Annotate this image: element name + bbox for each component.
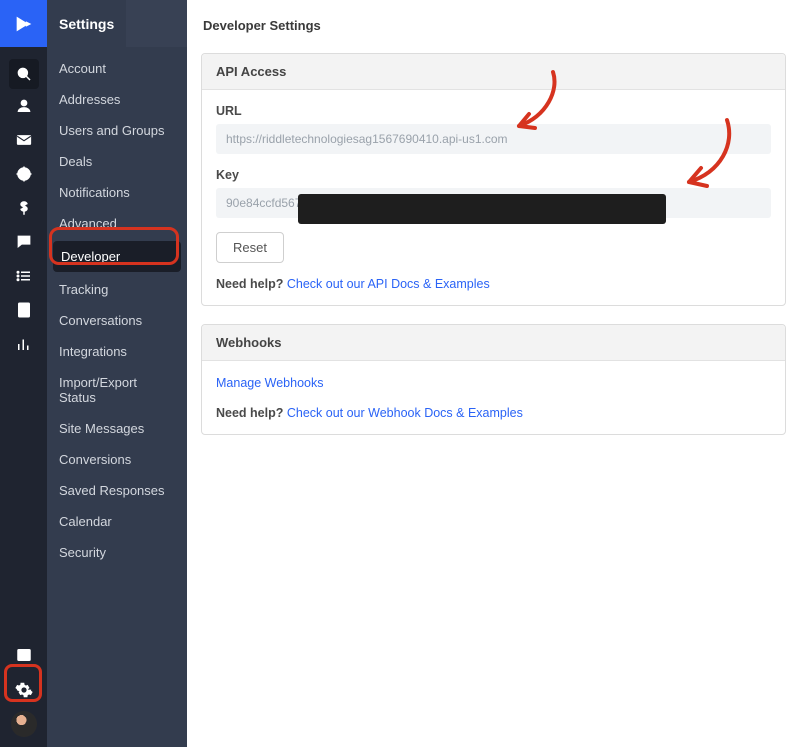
rail-contacts[interactable] bbox=[0, 89, 47, 123]
rail-deals[interactable] bbox=[0, 191, 47, 225]
dollar-icon bbox=[15, 199, 33, 217]
main-content: Developer Settings API Access URL Key Re… bbox=[187, 0, 800, 747]
webhooks-docs-link[interactable]: Check out our Webhook Docs & Examples bbox=[287, 406, 523, 420]
api-url-label: URL bbox=[216, 104, 771, 118]
webhooks-panel: Webhooks Manage Webhooks Need help? Chec… bbox=[201, 324, 786, 435]
menu-notifications[interactable]: Notifications bbox=[47, 177, 187, 208]
rail-automations[interactable] bbox=[0, 157, 47, 191]
webhooks-help-prefix: Need help? bbox=[216, 406, 287, 420]
menu-advanced[interactable]: Advanced bbox=[47, 208, 187, 239]
api-docs-link[interactable]: Check out our API Docs & Examples bbox=[287, 277, 490, 291]
icon-rail bbox=[0, 0, 47, 747]
chart-icon bbox=[15, 335, 33, 353]
menu-users-groups[interactable]: Users and Groups bbox=[47, 115, 187, 146]
sidebar-title: Settings bbox=[47, 0, 126, 47]
menu-import-export[interactable]: Import/Export Status bbox=[47, 367, 187, 413]
target-icon bbox=[15, 165, 33, 183]
api-access-panel: API Access URL Key Reset Need help? Chec… bbox=[201, 53, 786, 306]
menu-integrations[interactable]: Integrations bbox=[47, 336, 187, 367]
rail-conversations[interactable] bbox=[0, 225, 47, 259]
rail-settings[interactable] bbox=[0, 675, 47, 705]
gear-icon bbox=[15, 681, 33, 699]
api-panel-header: API Access bbox=[202, 54, 785, 90]
rail-reports[interactable] bbox=[0, 327, 47, 361]
menu-site-messages[interactable]: Site Messages bbox=[47, 413, 187, 444]
rail-forms[interactable] bbox=[0, 293, 47, 327]
menu-security[interactable]: Security bbox=[47, 537, 187, 568]
menu-tracking[interactable]: Tracking bbox=[47, 274, 187, 305]
list-icon bbox=[15, 267, 33, 285]
chat-icon bbox=[15, 233, 33, 251]
rail-campaigns[interactable] bbox=[0, 123, 47, 157]
api-url-field[interactable] bbox=[216, 124, 771, 154]
webhooks-help-text: Need help? Check out our Webhook Docs & … bbox=[216, 406, 771, 420]
webhooks-panel-header: Webhooks bbox=[202, 325, 785, 361]
api-key-redaction bbox=[298, 194, 666, 224]
logo-icon bbox=[13, 13, 35, 35]
menu-developer[interactable]: Developer bbox=[53, 241, 181, 272]
user-avatar[interactable] bbox=[11, 711, 37, 737]
app-logo[interactable] bbox=[0, 0, 47, 47]
api-help-text: Need help? Check out our API Docs & Exam… bbox=[216, 277, 771, 291]
menu-conversions[interactable]: Conversions bbox=[47, 444, 187, 475]
menu-deals[interactable]: Deals bbox=[47, 146, 187, 177]
manage-webhooks-link[interactable]: Manage Webhooks bbox=[216, 376, 323, 390]
page-title: Developer Settings bbox=[203, 18, 786, 33]
menu-account[interactable]: Account bbox=[47, 53, 187, 84]
search-button[interactable] bbox=[9, 59, 39, 89]
window-icon bbox=[15, 646, 33, 664]
settings-menu: Account Addresses Users and Groups Deals… bbox=[47, 47, 187, 574]
mail-icon bbox=[15, 131, 33, 149]
form-icon bbox=[15, 301, 33, 319]
reset-button[interactable]: Reset bbox=[216, 232, 284, 263]
menu-calendar[interactable]: Calendar bbox=[47, 506, 187, 537]
api-help-prefix: Need help? bbox=[216, 277, 287, 291]
menu-addresses[interactable]: Addresses bbox=[47, 84, 187, 115]
rail-lists[interactable] bbox=[0, 259, 47, 293]
search-icon bbox=[15, 65, 33, 83]
settings-sidebar: Settings Account Addresses Users and Gro… bbox=[47, 0, 187, 747]
api-key-label: Key bbox=[216, 168, 771, 182]
rail-apps[interactable] bbox=[0, 641, 47, 669]
contacts-icon bbox=[15, 97, 33, 115]
menu-conversations[interactable]: Conversations bbox=[47, 305, 187, 336]
menu-saved-responses[interactable]: Saved Responses bbox=[47, 475, 187, 506]
